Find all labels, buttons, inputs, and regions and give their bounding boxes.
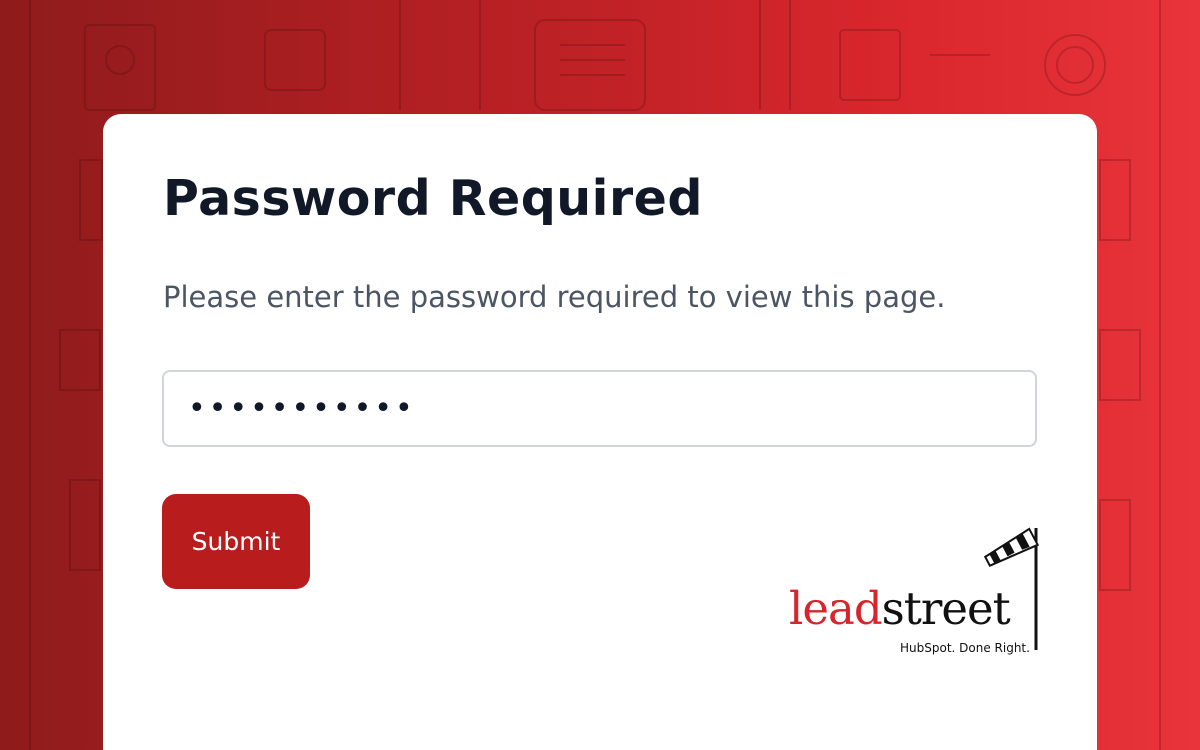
password-card: Password Required Please enter the passw… — [103, 114, 1097, 750]
logo-tagline: HubSpot. Done Right. — [900, 641, 1030, 655]
password-input[interactable] — [162, 370, 1037, 447]
page-title: Password Required — [163, 170, 703, 227]
leadstreet-logo: leadstreet HubSpot. Done Right. — [789, 524, 1040, 659]
submit-button[interactable]: Submit — [162, 494, 310, 589]
logo-wordmark: leadstreet — [789, 582, 1011, 635]
page-subtitle: Please enter the password required to vi… — [163, 280, 946, 314]
